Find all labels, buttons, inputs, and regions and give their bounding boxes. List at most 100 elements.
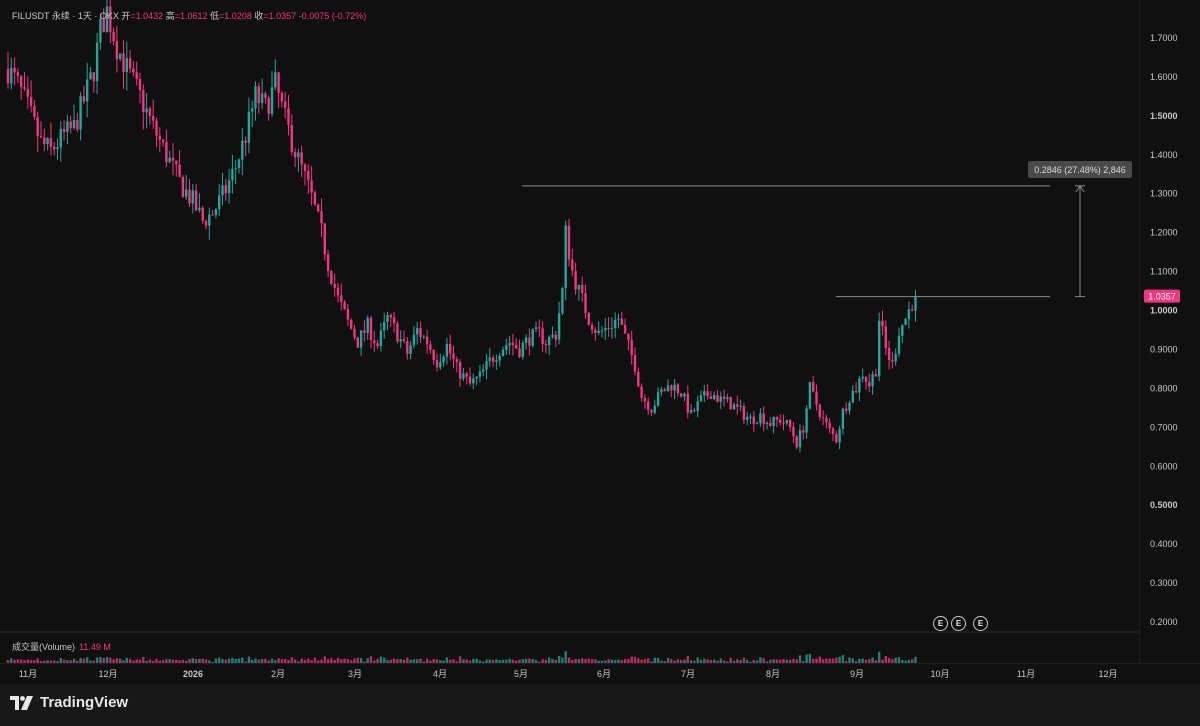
candle[interactable] [574, 262, 577, 295]
candle[interactable] [148, 106, 152, 125]
candle[interactable] [821, 410, 825, 426]
candle[interactable] [561, 286, 564, 316]
time-axis[interactable]: 11月 12月 2026 2月 3月 4月 5月 6月 7月 8月 9月 10月 11月 12月 [0, 664, 1200, 684]
candle[interactable] [227, 169, 231, 204]
candle[interactable] [818, 403, 821, 421]
candle[interactable] [178, 149, 181, 178]
candle[interactable] [871, 370, 874, 395]
candle[interactable] [719, 391, 722, 409]
candle[interactable] [386, 311, 389, 331]
candle[interactable] [72, 104, 76, 130]
candle[interactable] [115, 25, 119, 73]
candle[interactable] [465, 371, 468, 385]
candle[interactable] [188, 179, 191, 208]
candle[interactable] [455, 356, 458, 373]
candle[interactable] [452, 345, 455, 369]
candle[interactable] [359, 329, 363, 356]
candle[interactable] [53, 142, 56, 156]
candle[interactable] [874, 369, 878, 377]
candle[interactable] [29, 80, 33, 113]
candle[interactable] [637, 367, 640, 388]
candle[interactable] [788, 419, 792, 432]
candle[interactable] [46, 137, 49, 151]
candle[interactable] [402, 330, 406, 344]
candle[interactable] [422, 334, 425, 340]
candle[interactable] [257, 82, 260, 114]
candle[interactable] [168, 150, 171, 164]
candle[interactable] [528, 328, 531, 356]
candle[interactable] [907, 301, 911, 329]
candle[interactable] [571, 248, 574, 277]
candle[interactable] [264, 91, 267, 104]
candle[interactable] [293, 148, 297, 168]
candle[interactable] [828, 418, 831, 434]
candle[interactable] [251, 100, 254, 127]
candle[interactable] [551, 326, 554, 339]
candle[interactable] [224, 178, 227, 201]
candle[interactable] [577, 284, 581, 301]
candle[interactable] [732, 402, 736, 410]
candle[interactable] [515, 338, 518, 349]
candle[interactable] [630, 330, 633, 365]
candle[interactable] [485, 354, 488, 380]
candle[interactable] [343, 299, 346, 310]
candle[interactable] [495, 354, 498, 370]
candle[interactable] [145, 92, 148, 129]
candle[interactable] [772, 416, 775, 434]
candle[interactable] [350, 318, 353, 330]
candle[interactable] [686, 385, 689, 419]
candle[interactable] [505, 338, 508, 356]
candle[interactable] [300, 145, 303, 178]
candle[interactable] [755, 421, 759, 425]
candle[interactable] [759, 408, 762, 427]
candle[interactable] [706, 384, 709, 400]
candlestick-chart[interactable]: 0.2846 (27.48%) 2,846 [0, 0, 1139, 631]
candle[interactable] [802, 425, 805, 440]
candle[interactable] [752, 411, 755, 433]
candle[interactable] [808, 381, 812, 410]
candle[interactable] [165, 129, 168, 167]
candle[interactable] [439, 353, 442, 371]
candle[interactable] [825, 414, 828, 429]
candle[interactable] [234, 160, 237, 185]
candle[interactable] [363, 320, 366, 342]
candle[interactable] [181, 175, 185, 198]
candle[interactable] [270, 70, 274, 117]
price-pane[interactable]: 0.2846 (27.48%) 2,846 [0, 0, 1139, 631]
candle[interactable] [914, 290, 917, 322]
candle[interactable] [722, 389, 726, 407]
candle[interactable] [716, 390, 719, 403]
candle[interactable] [211, 209, 214, 216]
candle[interactable] [680, 392, 683, 398]
earnings-event-marker[interactable]: E [951, 616, 966, 631]
candle[interactable] [376, 339, 379, 349]
candle[interactable] [43, 128, 46, 152]
candle[interactable] [425, 329, 429, 354]
candle[interactable] [656, 387, 660, 408]
candle[interactable] [775, 416, 779, 428]
candle[interactable] [201, 205, 204, 224]
candle[interactable] [647, 397, 650, 415]
candle[interactable] [231, 154, 234, 194]
earnings-event-marker[interactable]: E [973, 616, 988, 631]
candle[interactable] [887, 340, 891, 370]
candle[interactable] [812, 376, 815, 393]
price-axis[interactable]: 1.7000 1.6000 1.5000 1.4000 1.3000 1.2000 1.10… [1140, 0, 1200, 663]
candle[interactable] [524, 334, 528, 350]
symbol-title[interactable]: FILUSDT 永续 · 1天 · OKX [12, 11, 119, 21]
candle[interactable] [307, 164, 310, 194]
candle[interactable] [260, 78, 264, 110]
candle[interactable] [280, 90, 284, 108]
candle[interactable] [531, 328, 534, 348]
candle[interactable] [237, 158, 241, 174]
candle[interactable] [600, 326, 604, 338]
candle[interactable] [762, 406, 765, 432]
candle[interactable] [864, 376, 868, 390]
candle[interactable] [541, 321, 544, 353]
candle[interactable] [6, 51, 10, 89]
candle[interactable] [49, 122, 53, 156]
candle[interactable] [739, 399, 742, 412]
candle[interactable] [805, 405, 808, 439]
candle[interactable] [82, 85, 86, 104]
candle[interactable] [10, 57, 13, 90]
